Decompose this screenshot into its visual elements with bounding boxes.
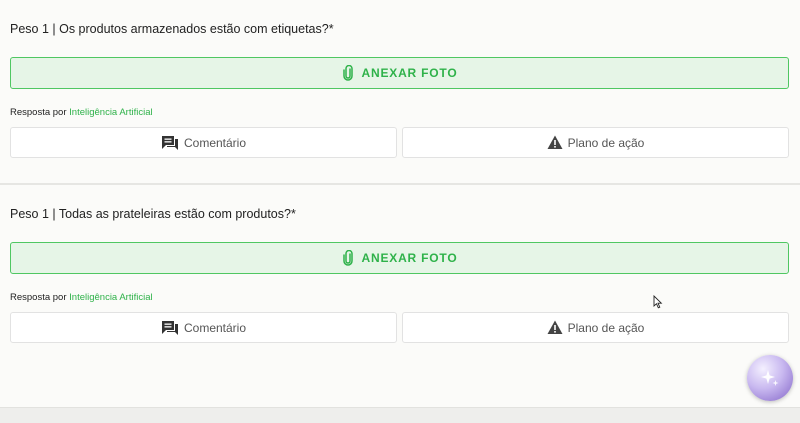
attach-photo-button[interactable]: ANEXAR FOTO [10, 242, 789, 274]
comment-icon [161, 320, 178, 335]
comment-button[interactable]: Comentário [10, 312, 397, 343]
paperclip-icon [342, 65, 353, 81]
comment-button[interactable]: Comentário [10, 127, 397, 158]
action-plan-label: Plano de ação [567, 135, 645, 150]
comment-label: Comentário [183, 135, 247, 150]
comment-icon [161, 135, 178, 150]
paperclip-icon [342, 250, 353, 266]
warning-icon [547, 320, 563, 334]
attach-photo-label: ANEXAR FOTO [361, 66, 458, 80]
question-title: Peso 1 | Os produtos armazenados estão c… [10, 22, 334, 36]
ai-response-line: Resposta por Inteligência Artificial [10, 107, 153, 118]
action-plan-button[interactable]: Plano de ação [402, 127, 789, 158]
mouse-cursor-icon [653, 295, 663, 309]
attach-photo-label: ANEXAR FOTO [361, 251, 458, 265]
ai-response-prefix: Resposta por [10, 292, 67, 303]
question-title: Peso 1 | Todas as prateleiras estão com … [10, 207, 296, 221]
ai-sparkle-icon [761, 370, 779, 386]
question-block-1: Peso 1 | Os produtos armazenados estão c… [0, 0, 800, 183]
ai-response-line: Resposta por Inteligência Artificial [10, 292, 153, 303]
ai-response-prefix: Resposta por [10, 107, 67, 118]
action-plan-button[interactable]: Plano de ação [402, 312, 789, 343]
ai-response-link[interactable]: Inteligência Artificial [69, 292, 152, 303]
attach-photo-button[interactable]: ANEXAR FOTO [10, 57, 789, 89]
warning-icon [547, 135, 563, 149]
ai-assistant-button[interactable] [747, 355, 793, 401]
action-plan-label: Plano de ação [567, 320, 645, 335]
question-block-2: Peso 1 | Todas as prateleiras estão com … [0, 185, 800, 407]
footer-strip [0, 407, 800, 423]
comment-label: Comentário [183, 320, 247, 335]
ai-response-link[interactable]: Inteligência Artificial [69, 107, 152, 118]
